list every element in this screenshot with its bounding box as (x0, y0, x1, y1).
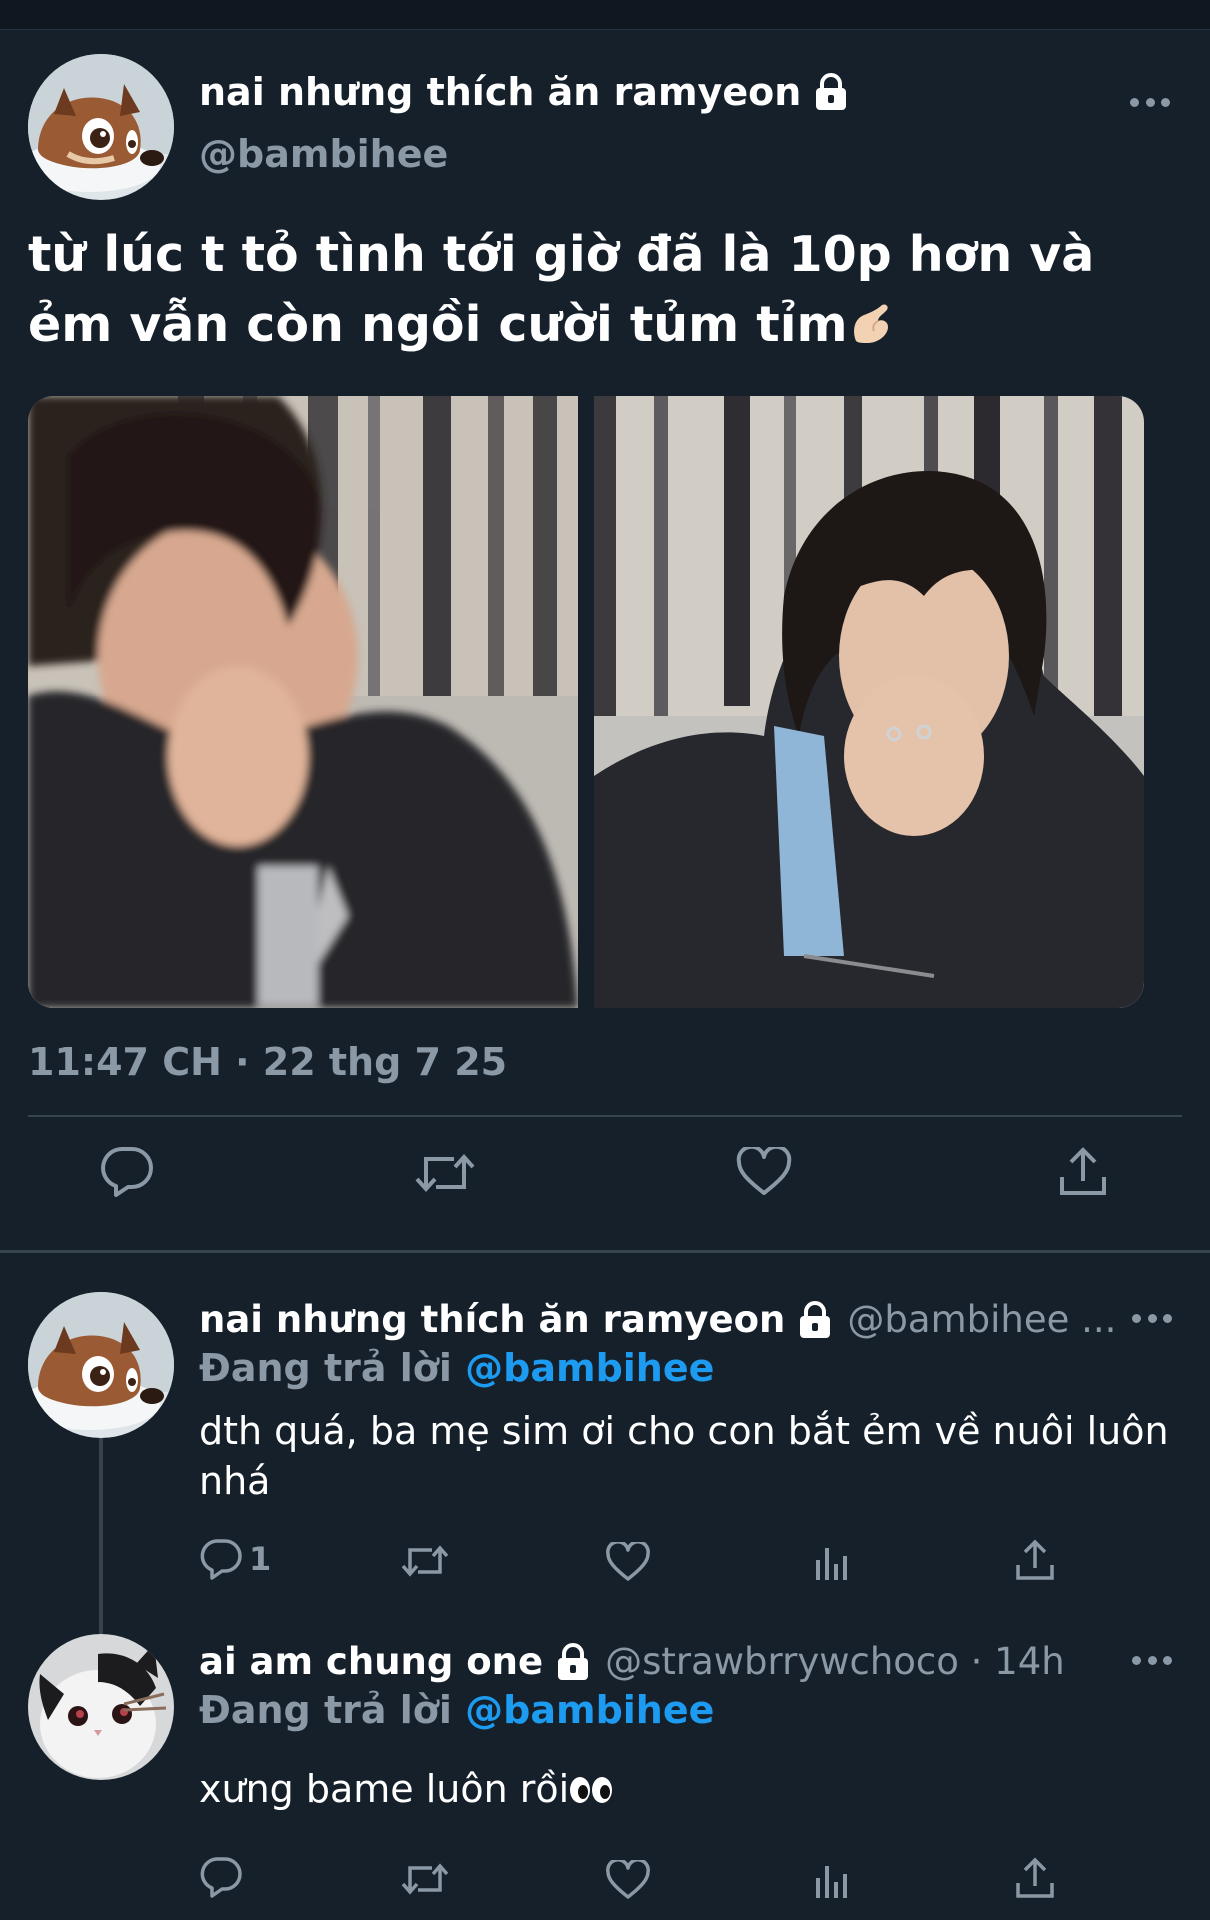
more-options-icon[interactable] (1132, 1654, 1172, 1666)
main-tweet: nai nhưng thích ăn ramyeon @bambihee từ … (0, 30, 1210, 1252)
tweet-media (28, 396, 1144, 1008)
reply-text: xưng bame luôn rồi (199, 1764, 1184, 1814)
like-icon[interactable] (606, 1860, 650, 1900)
avatar[interactable] (28, 1292, 174, 1438)
retweet-icon[interactable] (400, 1860, 450, 1898)
display-name[interactable]: nai nhưng thích ăn ramyeon (199, 1298, 785, 1341)
section-separator (0, 1250, 1210, 1253)
reply-text-content: xưng bame luôn rồi (199, 1767, 570, 1811)
author-name-row: nai nhưng thích ăn ramyeon @bambihee ... (199, 1298, 1116, 1341)
display-name[interactable]: ai am chung one (199, 1640, 543, 1683)
replying-to-mention[interactable]: @bambihee (465, 1346, 714, 1390)
share-icon[interactable] (1014, 1538, 1056, 1582)
reply-icon (200, 1539, 242, 1580)
tweet-timestamp[interactable]: 11:47 CH · 22 thg 7 25 (28, 1040, 507, 1084)
share-icon[interactable] (1058, 1145, 1108, 1199)
reply-icon[interactable] (100, 1145, 154, 1197)
tweet-text-content: từ lúc t tỏ tình tới giờ đã là 10p hơn v… (28, 226, 1095, 353)
like-icon[interactable] (736, 1147, 792, 1197)
replying-to: Đang trả lời @bambihee (199, 1688, 714, 1732)
pinching-hand-emoji-icon (848, 296, 894, 343)
top-bar (0, 0, 1210, 30)
retweet-icon[interactable] (400, 1542, 450, 1580)
lock-icon (813, 73, 849, 111)
replying-to-mention[interactable]: @bambihee (465, 1688, 714, 1732)
divider (28, 1115, 1182, 1117)
reply-tweet: ai am chung one @strawbrrywchoco · 14h Đ… (0, 1634, 1210, 1920)
replying-to-label: Đang trả lời (199, 1346, 452, 1390)
avatar[interactable] (28, 1634, 174, 1780)
reply-text: dth quá, ba mẹ sim ơi cho con bắt ẻm về … (199, 1409, 1169, 1503)
analytics-icon[interactable] (812, 1860, 852, 1900)
eyes-emoji-icon (569, 1766, 613, 1803)
author-handle[interactable]: @bambihee (199, 132, 448, 176)
lock-icon (555, 1642, 591, 1681)
avatar[interactable] (28, 54, 174, 200)
like-icon[interactable] (606, 1542, 650, 1582)
tweet-text: từ lúc t tỏ tình tới giờ đã là 10p hơn v… (28, 220, 1178, 360)
photo-right[interactable] (594, 396, 1144, 1008)
author-name-row: ai am chung one @strawbrrywchoco · 14h (199, 1640, 1065, 1683)
thread-connector-line (99, 1438, 103, 1634)
tweet-action-bar (0, 1145, 1210, 1225)
replying-to: Đang trả lời @bambihee (199, 1346, 714, 1390)
author-handle[interactable]: @strawbrrywchoco · 14h (605, 1640, 1065, 1683)
author-handle[interactable]: @bambihee ... (847, 1298, 1116, 1341)
display-name[interactable]: nai nhưng thích ăn ramyeon (199, 70, 801, 114)
reply-count: 1 (249, 1540, 272, 1578)
more-options-icon[interactable] (1132, 1312, 1172, 1324)
lock-icon (797, 1300, 833, 1339)
more-options-icon[interactable] (1130, 96, 1170, 108)
reply-tweet: nai nhưng thích ăn ramyeon @bambihee ...… (0, 1292, 1210, 1632)
analytics-icon[interactable] (812, 1542, 852, 1582)
share-icon[interactable] (1014, 1856, 1056, 1900)
author-name-row: nai nhưng thích ăn ramyeon (199, 70, 849, 114)
photo-left[interactable] (28, 396, 578, 1008)
replying-to-label: Đang trả lời (199, 1688, 452, 1732)
reply-button[interactable]: 1 (199, 1538, 271, 1580)
retweet-icon[interactable] (414, 1149, 476, 1197)
reply-icon[interactable] (199, 1856, 243, 1898)
